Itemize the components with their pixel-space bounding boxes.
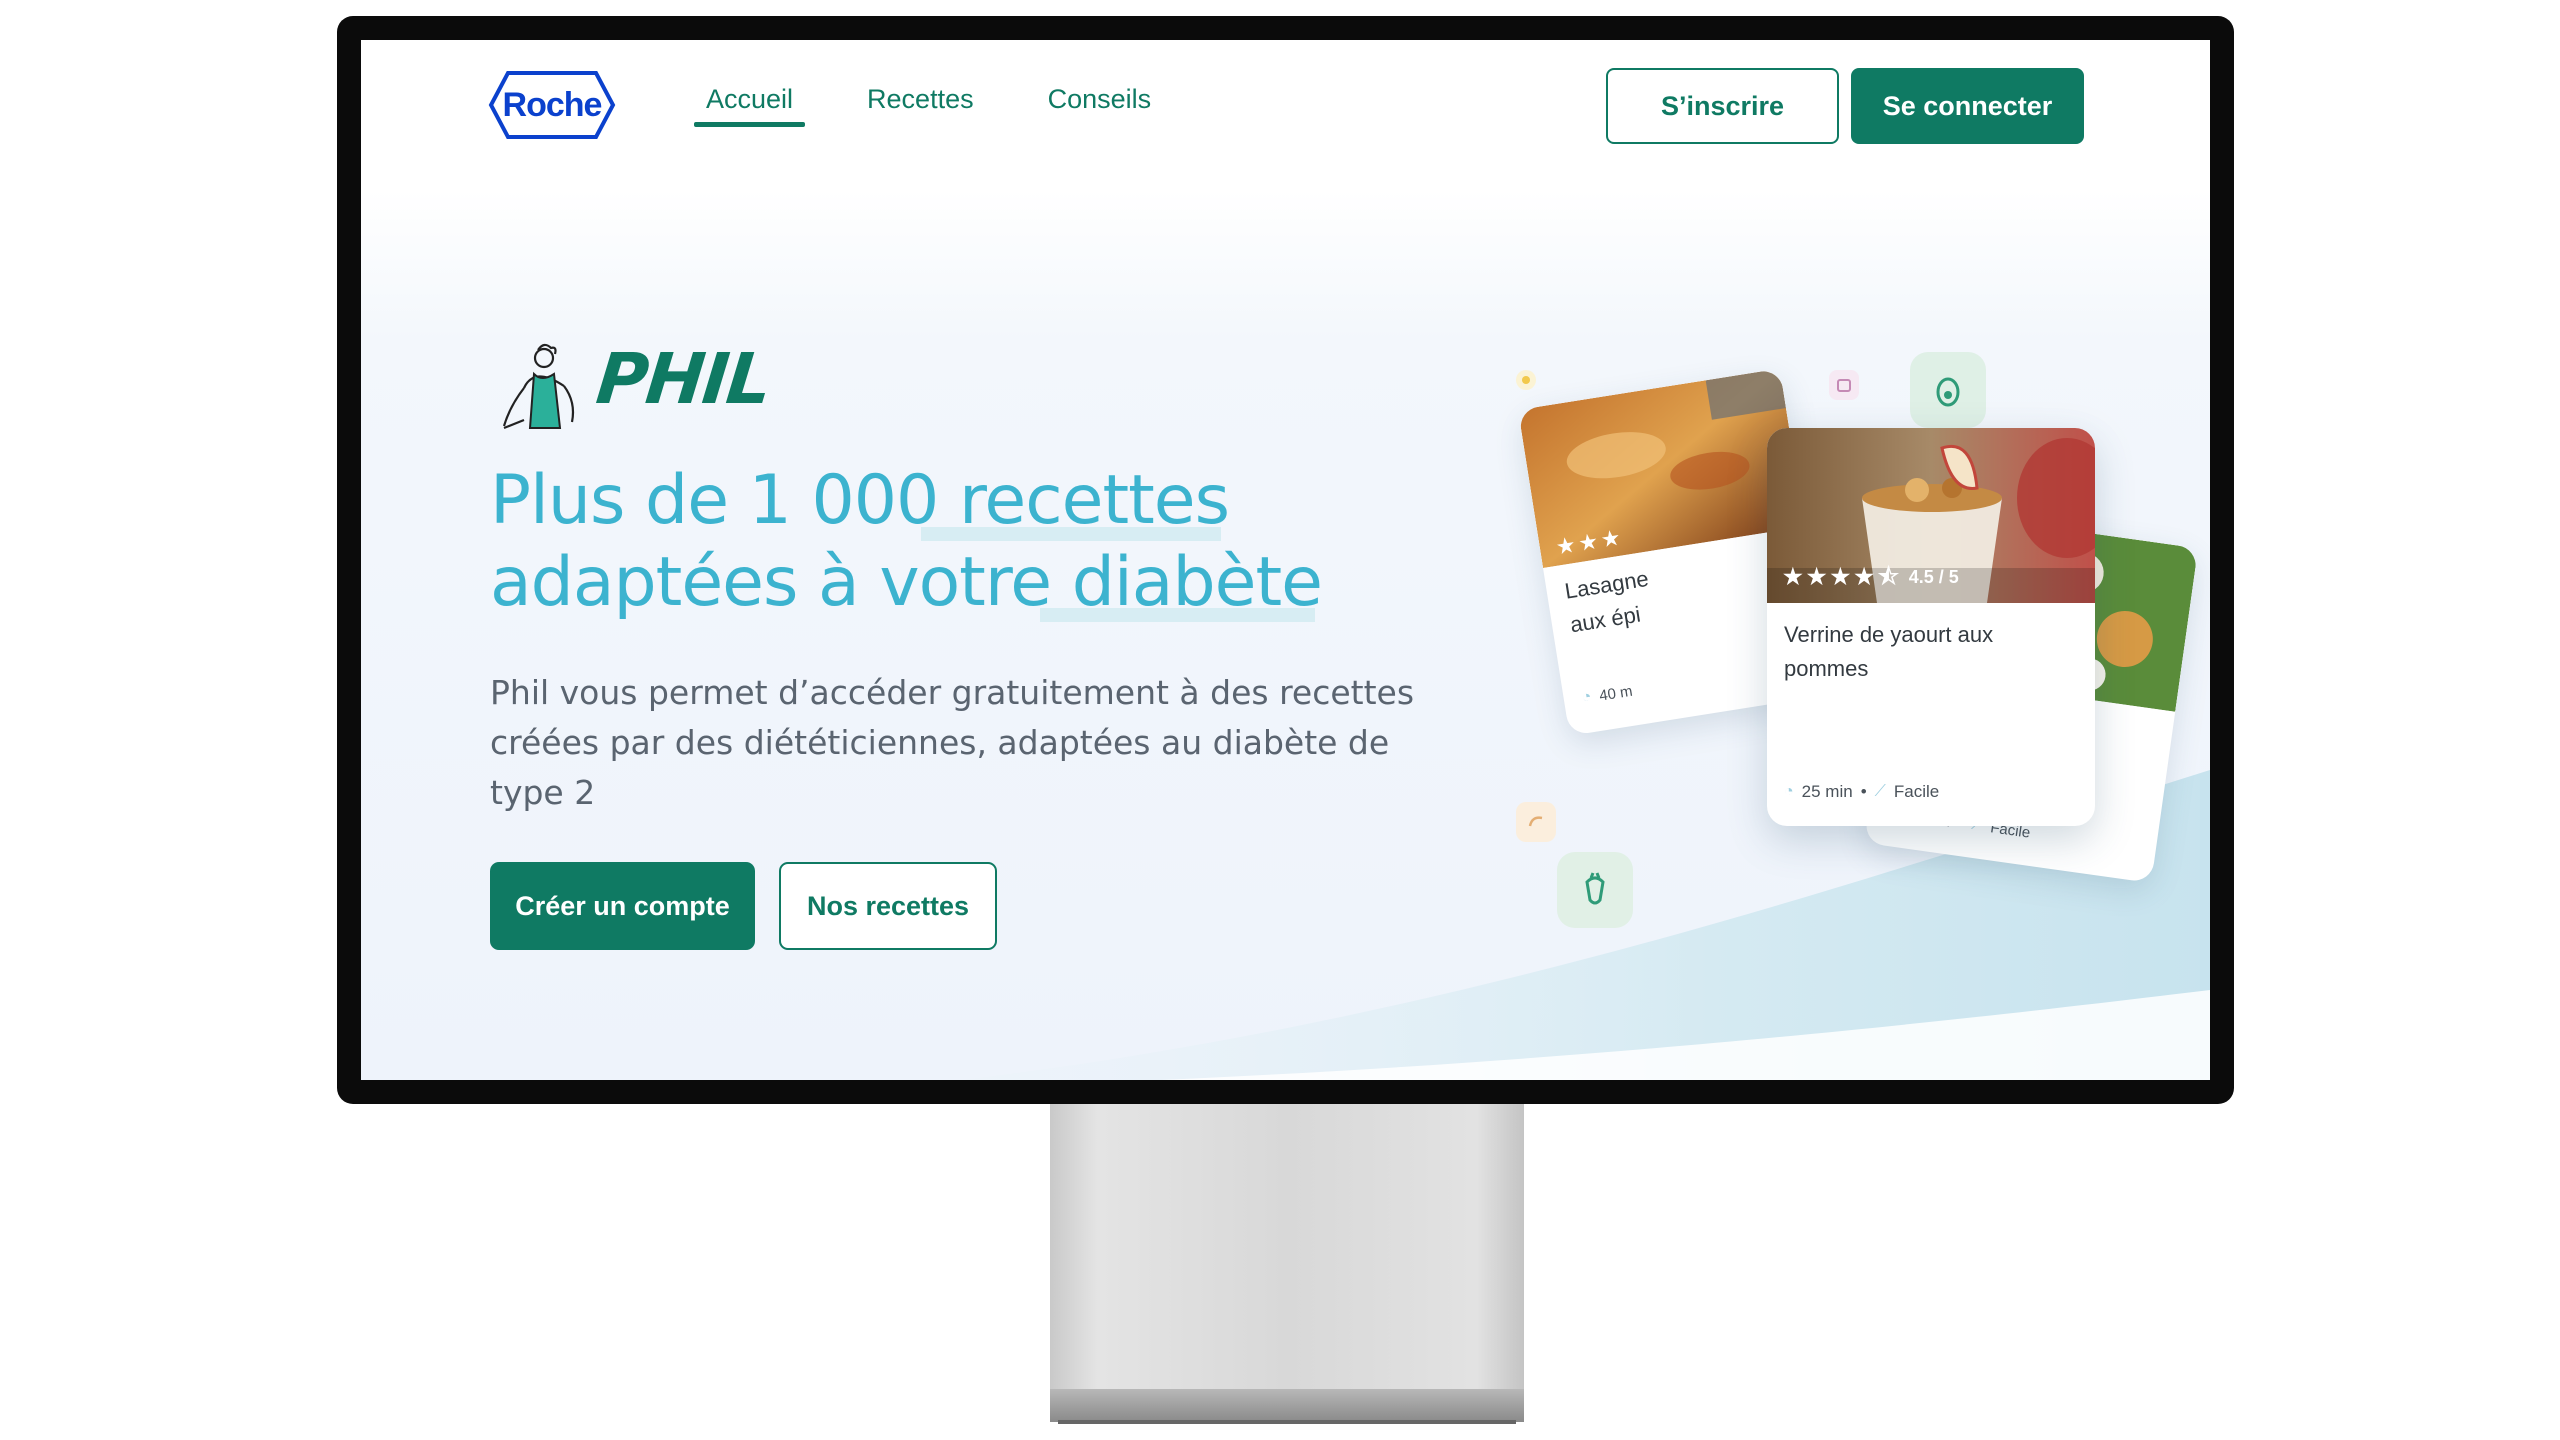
website-screen: Roche Accueil Recettes Conseils S’inscri… xyxy=(361,40,2210,1080)
nav-item-recettes[interactable]: Recettes xyxy=(855,84,986,123)
nav-item-accueil[interactable]: Accueil xyxy=(694,84,806,127)
meta-separator: • xyxy=(1860,782,1867,801)
lasagne-title-line1: Lasagne xyxy=(1562,565,1651,604)
roche-logo[interactable]: Roche xyxy=(488,70,616,140)
recipe-card-verrine[interactable]: ★ ★ ★ ★ ⯪ 4.5 / 5 Verrine de yaourt aux … xyxy=(1767,428,2095,826)
verrine-meta: ◔ 25 min • ⟋ Facile xyxy=(1784,782,1939,802)
clock-icon: ◔ xyxy=(1580,688,1593,707)
lasagne-title-line2: aux épi xyxy=(1568,601,1643,638)
lasagne-meta: ◔ 40 m xyxy=(1581,682,1634,708)
star-icon: ★ xyxy=(1554,532,1578,561)
star-icon: ★ xyxy=(1830,564,1851,589)
nav-item-conseils[interactable]: Conseils xyxy=(1036,84,1164,123)
star-icon: ★ xyxy=(1576,529,1600,558)
bread-icon xyxy=(1829,370,1859,400)
hero-title-line1: Plus de 1 000 recettes xyxy=(490,461,1230,540)
phil-mascot-icon xyxy=(502,343,575,430)
main-nav: Accueil Recettes Conseils xyxy=(694,84,1213,127)
verrine-rating-value: 4.5 / 5 xyxy=(1908,566,1959,587)
sparkle-icon xyxy=(1516,370,1536,390)
verrine-time: 25 min xyxy=(1801,782,1853,801)
phil-wordmark: PHIL xyxy=(592,338,774,420)
monitor-stand-foot xyxy=(1050,1389,1524,1422)
hero-title-line2: adaptées à votre diabète xyxy=(490,543,1323,622)
signup-button[interactable]: S’inscrire xyxy=(1606,68,1839,144)
verrine-title: Verrine de yaourt aux pommes xyxy=(1784,622,1994,681)
hero-title: Plus de 1 000 recettes adaptées à votre … xyxy=(490,460,1390,624)
lasagne-time: 40 m xyxy=(1598,682,1634,705)
lasagne-title: Lasagne aux épi xyxy=(1562,562,1656,642)
whisk-icon: ⟋ xyxy=(1874,783,1886,800)
chickpea-icon xyxy=(1516,802,1556,842)
star-icon: ★ xyxy=(1854,564,1874,589)
star-icon: ★ xyxy=(1806,564,1827,589)
hero-description: Phil vous permet d’accéder gratuitement … xyxy=(490,673,1415,812)
avocado-icon xyxy=(1910,352,1986,428)
carrot-icon xyxy=(1557,852,1633,928)
our-recipes-button[interactable]: Nos recettes xyxy=(779,862,997,950)
login-button[interactable]: Se connecter xyxy=(1851,68,2084,144)
monitor-bezel: Roche Accueil Recettes Conseils S’inscri… xyxy=(337,16,2234,1104)
monitor-stand xyxy=(1050,1104,1524,1389)
verrine-difficulty: Facile xyxy=(1893,782,1940,801)
monitor-stand-shadow xyxy=(1058,1420,1516,1424)
half-star-icon: ⯪ xyxy=(1877,564,1899,589)
roche-logo-text: Roche xyxy=(502,86,603,124)
clock-icon: ◔ xyxy=(1784,783,1794,800)
verrine-rating: ★ ★ ★ ★ ⯪ 4.5 / 5 xyxy=(1783,566,1959,588)
star-icon: ★ xyxy=(1783,564,1803,589)
create-account-button[interactable]: Créer un compte xyxy=(490,862,755,950)
star-icon: ★ xyxy=(1599,525,1623,554)
